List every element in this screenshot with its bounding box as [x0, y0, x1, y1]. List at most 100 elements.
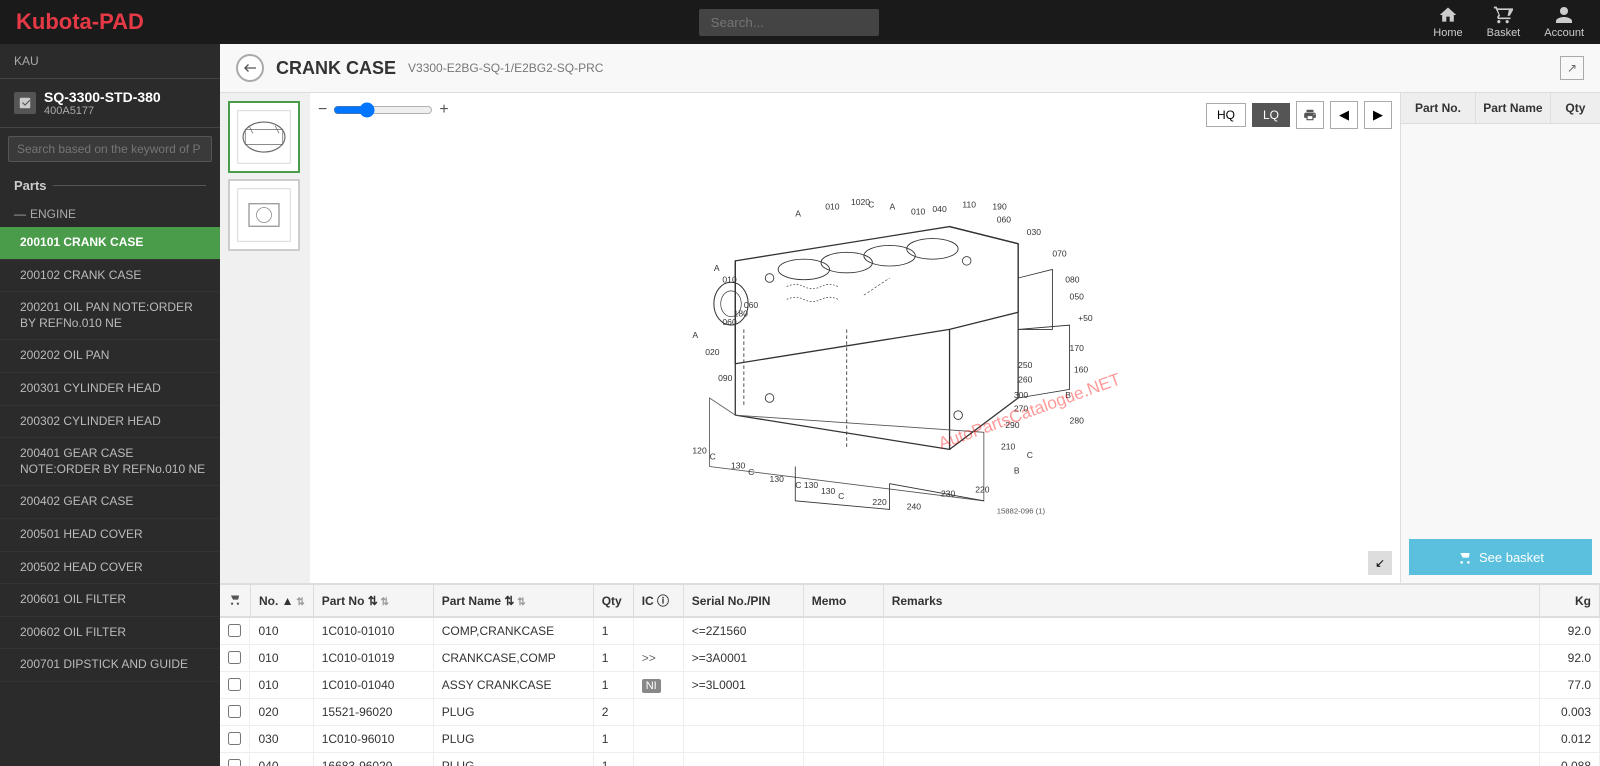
sidebar: KAU SQ-3300-STD-380 400A5177 Parts — ENG… [0, 44, 220, 766]
page-header: CRANK CASE V3300-E2BG-SQ-1/E2BG2-SQ-PRC … [220, 44, 1600, 93]
svg-text:010: 010 [722, 274, 737, 284]
right-panel-header: Part No. Part Name Qty [1401, 93, 1600, 124]
th-partname[interactable]: Part Name ⇅ [433, 585, 593, 617]
row-checkbox-cell [220, 672, 250, 697]
row-serial: >=3A0001 [683, 645, 803, 672]
sidebar-item-200502[interactable]: 200502 HEAD COVER [0, 552, 220, 585]
row-checkbox[interactable] [228, 732, 241, 745]
expand-button[interactable]: ↗ [1560, 56, 1584, 80]
row-checkbox[interactable] [228, 624, 241, 637]
svg-text:300: 300 [1014, 390, 1029, 400]
zoom-slider[interactable] [333, 102, 433, 118]
row-qty: 1 [593, 617, 633, 645]
parts-table-area: No. ▲ Part No ⇅ Part Name ⇅ Qty IC ⓘ Ser… [220, 583, 1600, 766]
thumbnail-1[interactable] [228, 101, 300, 173]
page-subtitle: V3300-E2BG-SQ-1/E2BG2-SQ-PRC [408, 61, 603, 75]
row-qty: 2 [593, 699, 633, 726]
svg-text:010: 010 [825, 201, 840, 211]
row-partname: ASSY CRANKCASE [433, 672, 593, 699]
row-checkbox-cell [220, 618, 250, 643]
parts-table: No. ▲ Part No ⇅ Part Name ⇅ Qty IC ⓘ Ser… [220, 585, 1600, 766]
sidebar-item-200102[interactable]: 200102 CRANK CASE [0, 260, 220, 293]
thumbnail-2[interactable] [228, 179, 300, 251]
row-ic [633, 617, 683, 645]
row-kg: 0.088 [1540, 753, 1600, 766]
svg-text:060: 060 [996, 214, 1011, 224]
row-partno: 1C010-96010 [313, 726, 433, 753]
sidebar-item-200701[interactable]: 200701 DIPSTICK AND GUIDE [0, 649, 220, 682]
basket-button[interactable]: Basket [1487, 5, 1521, 39]
row-checkbox-cell [220, 726, 250, 751]
right-panel-body [1401, 124, 1600, 531]
sidebar-item-200101[interactable]: 200101 CRANK CASE [0, 227, 220, 260]
back-button[interactable] [236, 54, 264, 82]
row-checkbox[interactable] [228, 651, 241, 664]
table-row: 0101C010-01010COMP,CRANKCASE1<=2Z156092.… [220, 617, 1600, 645]
svg-text:070: 070 [1052, 249, 1067, 259]
parts-label: Parts [14, 178, 47, 193]
th-remarks: Remarks [883, 585, 1539, 617]
sidebar-item-200202[interactable]: 200202 OIL PAN [0, 340, 220, 373]
sidebar-search-box [8, 136, 212, 162]
svg-text:+50: +50 [1078, 313, 1093, 323]
model-icon-svg [18, 96, 32, 110]
account-icon [1554, 5, 1574, 25]
svg-text:060: 060 [722, 317, 737, 327]
model-id: 400A5177 [44, 105, 161, 117]
sidebar-item-200301[interactable]: 200301 CYLINDER HEAD [0, 373, 220, 406]
basket-icon-small [1457, 549, 1473, 565]
lq-button[interactable]: LQ [1252, 103, 1290, 127]
parts-header: Parts [0, 170, 220, 201]
rp-partno-header: Part No. [1401, 93, 1476, 123]
home-button[interactable]: Home [1433, 5, 1462, 39]
svg-text:C 130: C 130 [795, 480, 818, 490]
th-no[interactable]: No. ▲ [251, 585, 314, 617]
forward-arrows: >> [642, 651, 656, 665]
row-remarks [883, 617, 1539, 645]
top-search-input[interactable] [699, 9, 879, 36]
sidebar-search-input[interactable] [8, 136, 212, 162]
svg-text:C: C [709, 452, 715, 462]
th-partno[interactable]: Part No ⇅ [313, 585, 433, 617]
sidebar-item-200501[interactable]: 200501 HEAD COVER [0, 519, 220, 552]
next-arrow[interactable]: ▶ [1364, 101, 1392, 129]
prev-arrow[interactable]: ◀ [1330, 101, 1358, 129]
sidebar-item-200602[interactable]: 200602 OIL FILTER [0, 617, 220, 650]
sidebar-item-200201[interactable]: 200201 OIL PAN NOTE:ORDER BY REFNo.010 N… [0, 292, 220, 340]
row-memo [803, 617, 883, 645]
sidebar-item-200601[interactable]: 200601 OIL FILTER [0, 584, 220, 617]
row-checkbox-cell [220, 645, 250, 670]
zoom-out-button[interactable]: − [318, 101, 327, 119]
row-checkbox[interactable] [228, 759, 241, 766]
zoom-in-button[interactable]: + [439, 101, 448, 119]
see-basket-button[interactable]: See basket [1409, 539, 1592, 575]
engine-header[interactable]: — ENGINE [0, 201, 220, 227]
row-checkbox[interactable] [228, 705, 241, 718]
diagram-toolbar: − + [318, 101, 449, 119]
row-checkbox[interactable] [228, 678, 241, 691]
svg-text:130: 130 [769, 474, 784, 484]
basket-label: Basket [1487, 27, 1521, 39]
print-button[interactable] [1296, 101, 1324, 129]
fullscreen-button[interactable]: ↙ [1368, 551, 1392, 575]
svg-text:010: 010 [911, 207, 926, 217]
model-name: SQ-3300-STD-380 [44, 89, 161, 105]
sidebar-item-200402[interactable]: 200402 GEAR CASE [0, 486, 220, 519]
sidebar-item-200302[interactable]: 200302 CYLINDER HEAD [0, 406, 220, 439]
row-qty: 1 [593, 672, 633, 699]
row-remarks [883, 699, 1539, 726]
svg-text:130: 130 [821, 486, 836, 496]
sidebar-item-200401[interactable]: 200401 GEAR CASE NOTE:ORDER BY REFNo.010… [0, 438, 220, 486]
row-partno: 1C010-01019 [313, 645, 433, 672]
row-no: 040 [251, 753, 314, 766]
svg-text:260: 260 [1018, 375, 1033, 385]
table-row: 0101C010-01019CRANKCASE,COMP1>>>=3A00019… [220, 645, 1600, 672]
row-no: 010 [251, 617, 314, 645]
row-memo [803, 672, 883, 699]
svg-text:020: 020 [705, 347, 720, 357]
hq-button[interactable]: HQ [1206, 103, 1246, 127]
svg-text:080: 080 [1065, 274, 1080, 284]
account-button[interactable]: Account [1544, 5, 1584, 39]
row-ic: >> [633, 645, 683, 672]
row-kg: 92.0 [1540, 617, 1600, 645]
